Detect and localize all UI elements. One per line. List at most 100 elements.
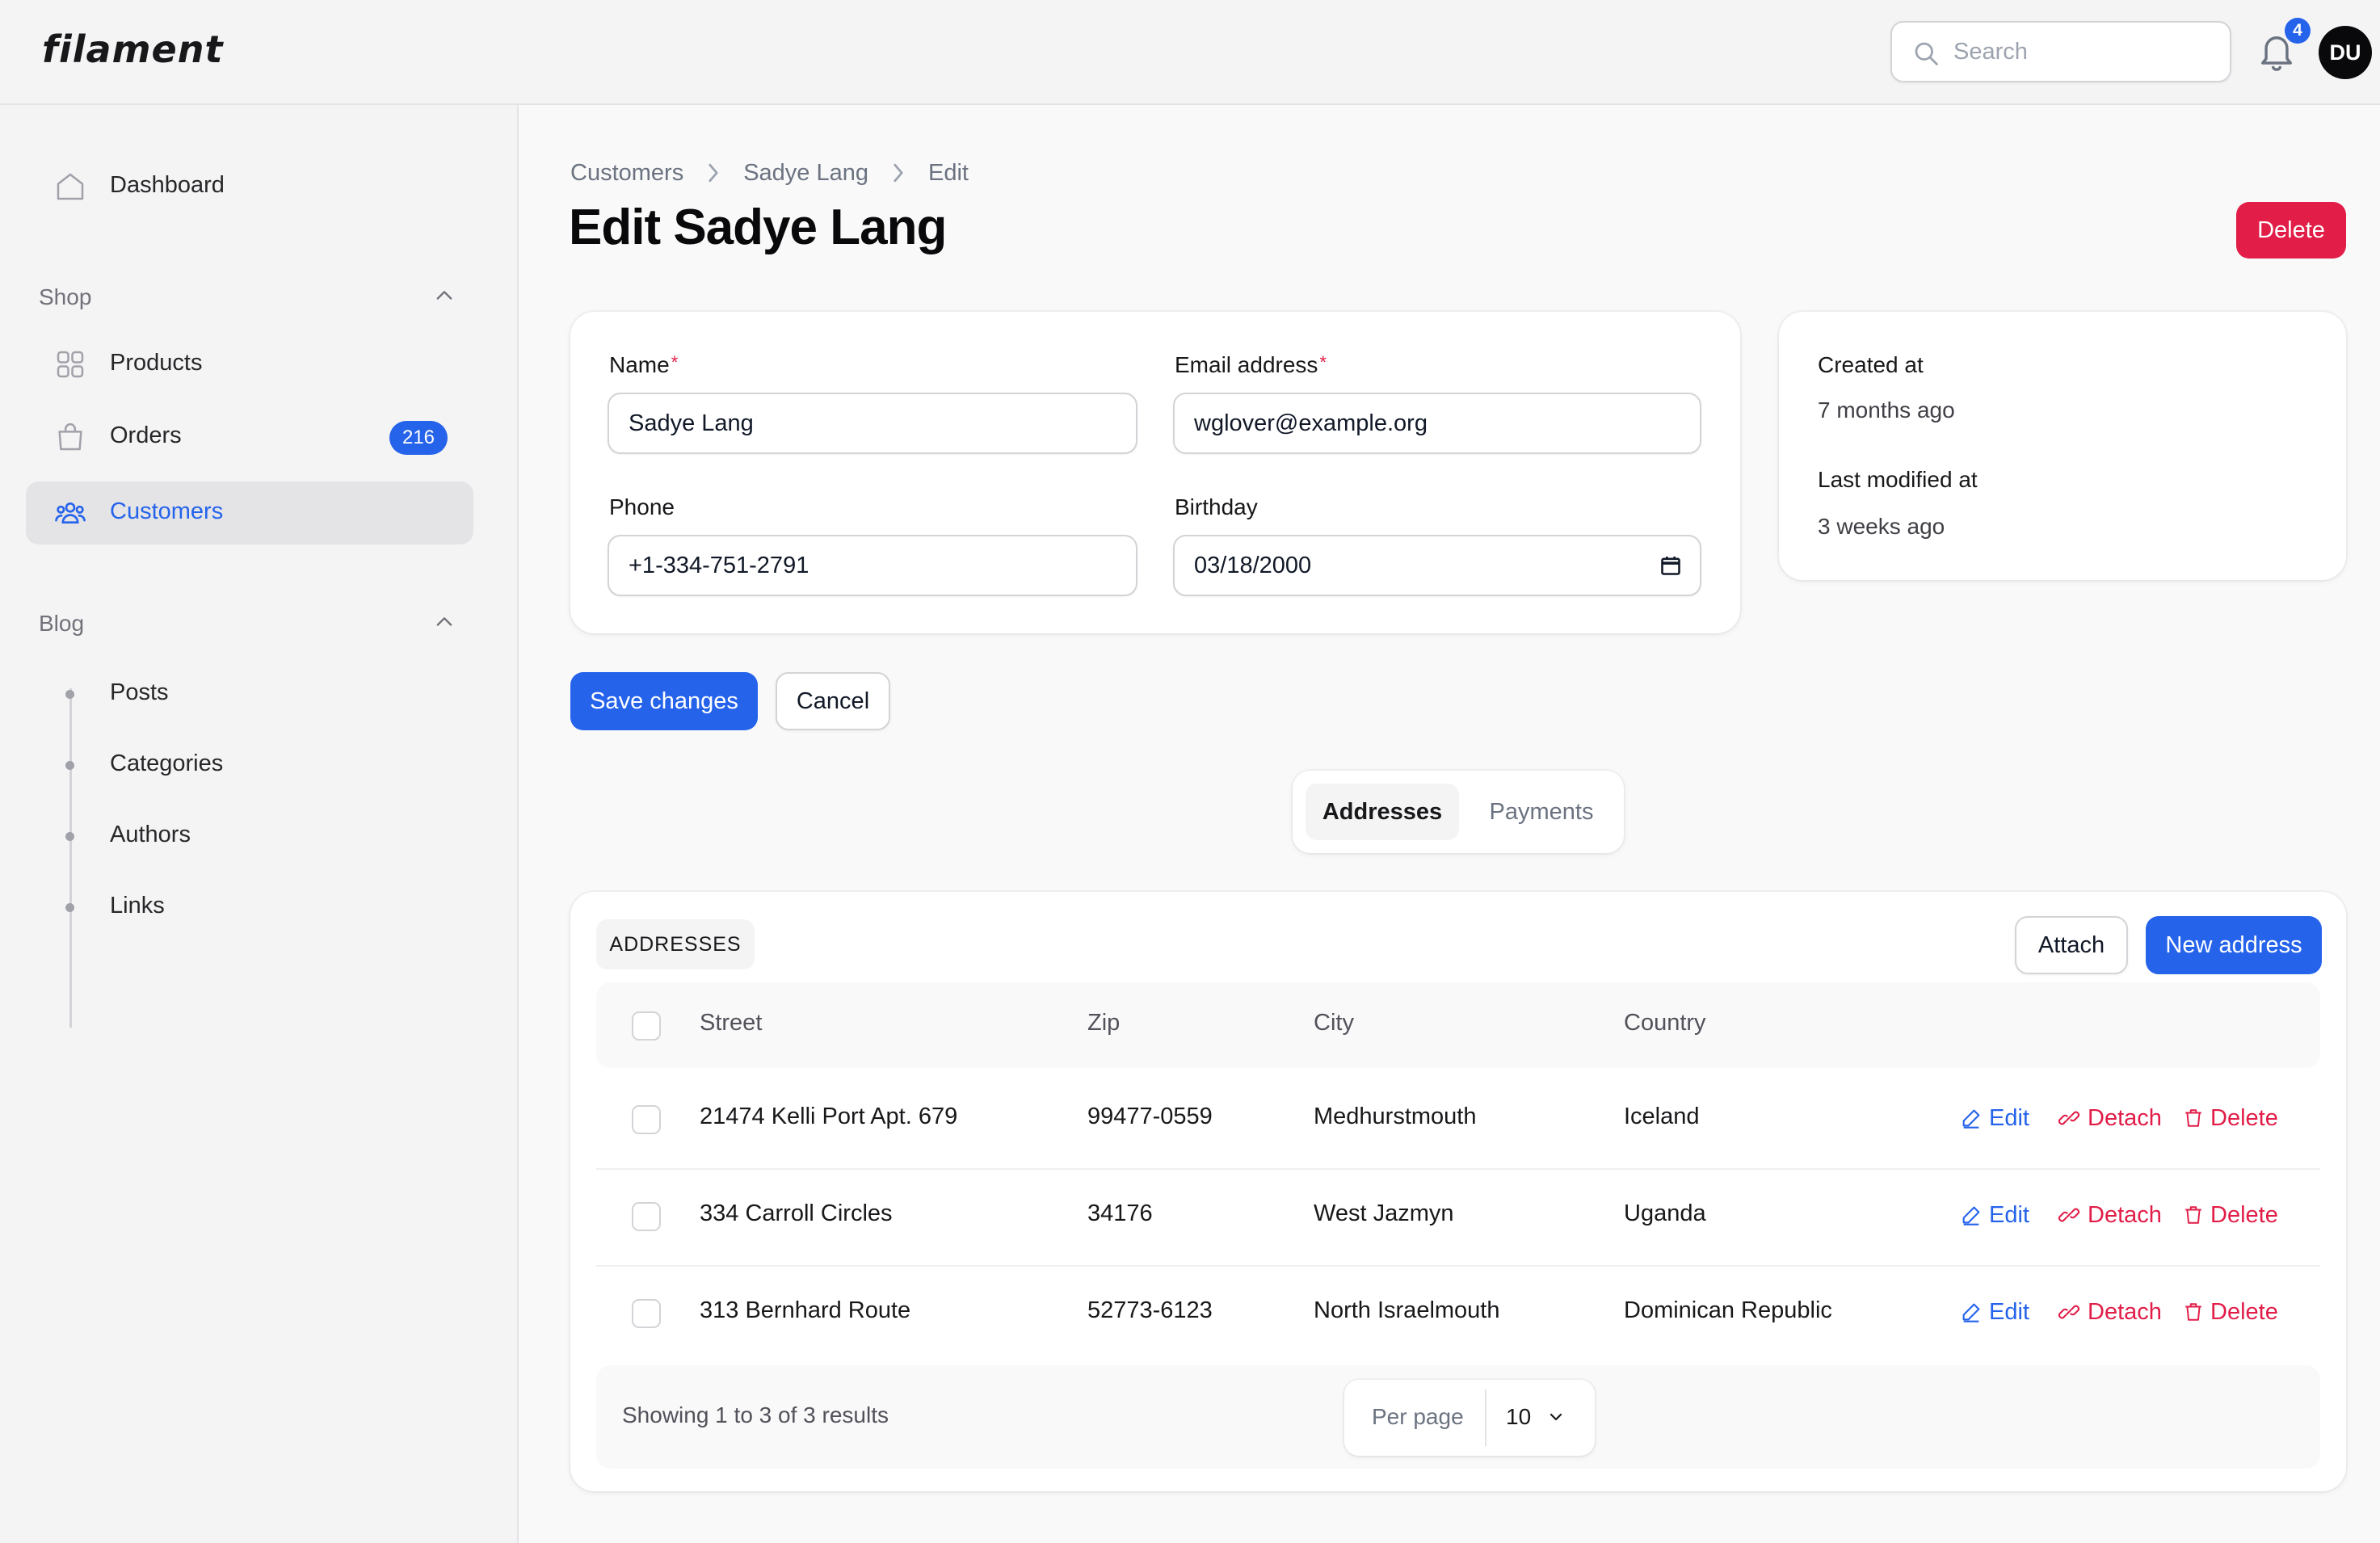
birthday-field[interactable]: [1173, 535, 1701, 596]
home-icon: [53, 170, 87, 203]
bullet-icon: [65, 832, 74, 841]
notification-count-badge: 4: [2285, 18, 2311, 44]
user-avatar[interactable]: DU: [2319, 26, 2372, 79]
detach-row-action[interactable]: Detach: [2057, 1199, 2162, 1231]
country-cell: Dominican Republic: [1624, 1297, 1832, 1323]
breadcrumb-customer[interactable]: Sadye Lang: [743, 160, 868, 187]
sidebar-item-orders[interactable]: Orders 216: [26, 406, 473, 469]
detach-row-action[interactable]: Detach: [2057, 1102, 2162, 1134]
street-cell: 21474 Kelli Port Apt. 679: [700, 1104, 958, 1129]
column-header-zip[interactable]: Zip: [1087, 1010, 1120, 1036]
tab-payments[interactable]: Payments: [1472, 784, 1611, 840]
street-cell: 334 Carroll Circles: [700, 1200, 893, 1226]
addresses-heading: ADDRESSES: [596, 919, 755, 969]
sidebar-item-customers[interactable]: Customers: [26, 481, 473, 544]
email-field[interactable]: [1173, 393, 1701, 454]
required-marker: *: [671, 352, 679, 372]
table-footer: Showing 1 to 3 of 3 results Per page 10: [596, 1365, 2320, 1469]
breadcrumb-current: Edit: [928, 159, 969, 186]
row-checkbox[interactable]: [632, 1202, 661, 1231]
sidebar-item-links[interactable]: Links: [26, 876, 473, 939]
modified-at-value: 3 weeks ago: [1818, 514, 1945, 539]
cancel-button[interactable]: Cancel: [776, 672, 890, 730]
addresses-table-card: ADDRESSES Attach New address Street Zip …: [570, 892, 2346, 1491]
phone-field[interactable]: [608, 535, 1137, 596]
chevron-down-icon[interactable]: [1546, 1407, 1566, 1427]
detach-row-action[interactable]: Detach: [2057, 1296, 2162, 1328]
save-changes-button[interactable]: Save changes: [570, 672, 758, 730]
bullet-icon: [65, 761, 74, 770]
delete-customer-button[interactable]: Delete: [2236, 202, 2346, 259]
name-field[interactable]: [608, 393, 1137, 454]
breadcrumb: Customers Sadye Lang Edit: [570, 158, 969, 187]
zip-cell: 52773-6123: [1087, 1297, 1213, 1323]
sidebar-item-label: Links: [110, 893, 165, 919]
unlink-icon: [2057, 1204, 2088, 1226]
edit-row-action[interactable]: Edit: [1960, 1102, 2029, 1134]
app-logo[interactable]: filament: [42, 27, 223, 71]
search-input[interactable]: [1953, 34, 2212, 69]
sidebar-item-dashboard[interactable]: Dashboard: [26, 155, 473, 218]
attach-button[interactable]: Attach: [2015, 916, 2128, 974]
delete-row-action[interactable]: Delete: [2183, 1296, 2278, 1328]
sidebar-item-label: Categories: [110, 750, 224, 776]
sidebar: Dashboard Shop Products Orders 216 Custo…: [0, 105, 519, 1543]
sidebar-group-blog[interactable]: Blog: [39, 611, 84, 637]
chevron-right-icon: [891, 162, 906, 184]
table-row: 334 Carroll Circles 34176 West Jazmyn Ug…: [596, 1168, 2320, 1265]
results-summary: Showing 1 to 3 of 3 results: [622, 1402, 889, 1427]
shopping-bag-icon: [53, 421, 87, 453]
column-header-city[interactable]: City: [1314, 1010, 1354, 1036]
sidebar-item-posts[interactable]: Posts: [26, 662, 473, 725]
country-cell: Uganda: [1624, 1200, 1706, 1226]
products-icon: [53, 348, 87, 380]
edit-row-action[interactable]: Edit: [1960, 1296, 2029, 1328]
trash-icon: [2183, 1301, 2210, 1323]
unlink-icon: [2057, 1107, 2088, 1129]
created-at-value: 7 months ago: [1818, 397, 1955, 423]
row-checkbox[interactable]: [632, 1105, 661, 1134]
sidebar-group-shop[interactable]: Shop: [39, 284, 91, 310]
street-cell: 313 Bernhard Route: [700, 1297, 911, 1323]
modified-at-label: Last modified at: [1818, 467, 1978, 492]
calendar-icon[interactable]: [1659, 554, 1682, 577]
customer-form-card: Name* Email address* Phone Birthday: [570, 312, 1740, 633]
divider: [1485, 1390, 1486, 1446]
sidebar-item-categories[interactable]: Categories: [26, 734, 473, 797]
breadcrumb-customers[interactable]: Customers: [570, 160, 683, 187]
per-page-label: Per page: [1372, 1404, 1464, 1429]
per-page-value[interactable]: 10: [1506, 1404, 1531, 1430]
table-row: 21474 Kelli Port Apt. 679 99477-0559 Med…: [596, 1071, 2320, 1168]
column-header-country[interactable]: Country: [1624, 1010, 1706, 1036]
chevron-up-icon[interactable]: [433, 611, 456, 633]
edit-row-action[interactable]: Edit: [1960, 1199, 2029, 1231]
new-address-button[interactable]: New address: [2146, 916, 2322, 974]
sidebar-item-label: Customers: [110, 498, 224, 524]
city-cell: Medhurstmouth: [1314, 1104, 1477, 1129]
timestamps-card: Created at 7 months ago Last modified at…: [1779, 312, 2346, 580]
bullet-icon: [65, 903, 74, 912]
phone-label: Phone: [609, 494, 675, 519]
page-title: Edit Sadye Lang: [569, 200, 947, 255]
trash-icon: [2183, 1107, 2210, 1129]
sidebar-item-authors[interactable]: Authors: [26, 805, 473, 868]
city-cell: North Israelmouth: [1314, 1297, 1500, 1323]
bullet-icon: [65, 690, 74, 699]
birthday-label: Birthday: [1175, 494, 1258, 519]
row-checkbox[interactable]: [632, 1299, 661, 1328]
orders-count-badge: 216: [389, 421, 448, 455]
name-label: Name*: [609, 352, 679, 377]
tab-addresses[interactable]: Addresses: [1306, 784, 1459, 840]
pencil-icon: [1960, 1301, 1989, 1323]
pencil-icon: [1960, 1204, 1989, 1226]
top-bar: filament 4 DU: [0, 0, 2380, 105]
sidebar-item-products[interactable]: Products: [26, 333, 473, 396]
column-header-street[interactable]: Street: [700, 1010, 762, 1036]
chevron-up-icon[interactable]: [433, 284, 456, 307]
delete-row-action[interactable]: Delete: [2183, 1102, 2278, 1134]
global-search[interactable]: [1890, 21, 2231, 82]
city-cell: West Jazmyn: [1314, 1200, 1454, 1226]
delete-row-action[interactable]: Delete: [2183, 1199, 2278, 1231]
per-page-select[interactable]: Per page 10: [1344, 1380, 1595, 1456]
select-all-checkbox[interactable]: [632, 1011, 661, 1041]
